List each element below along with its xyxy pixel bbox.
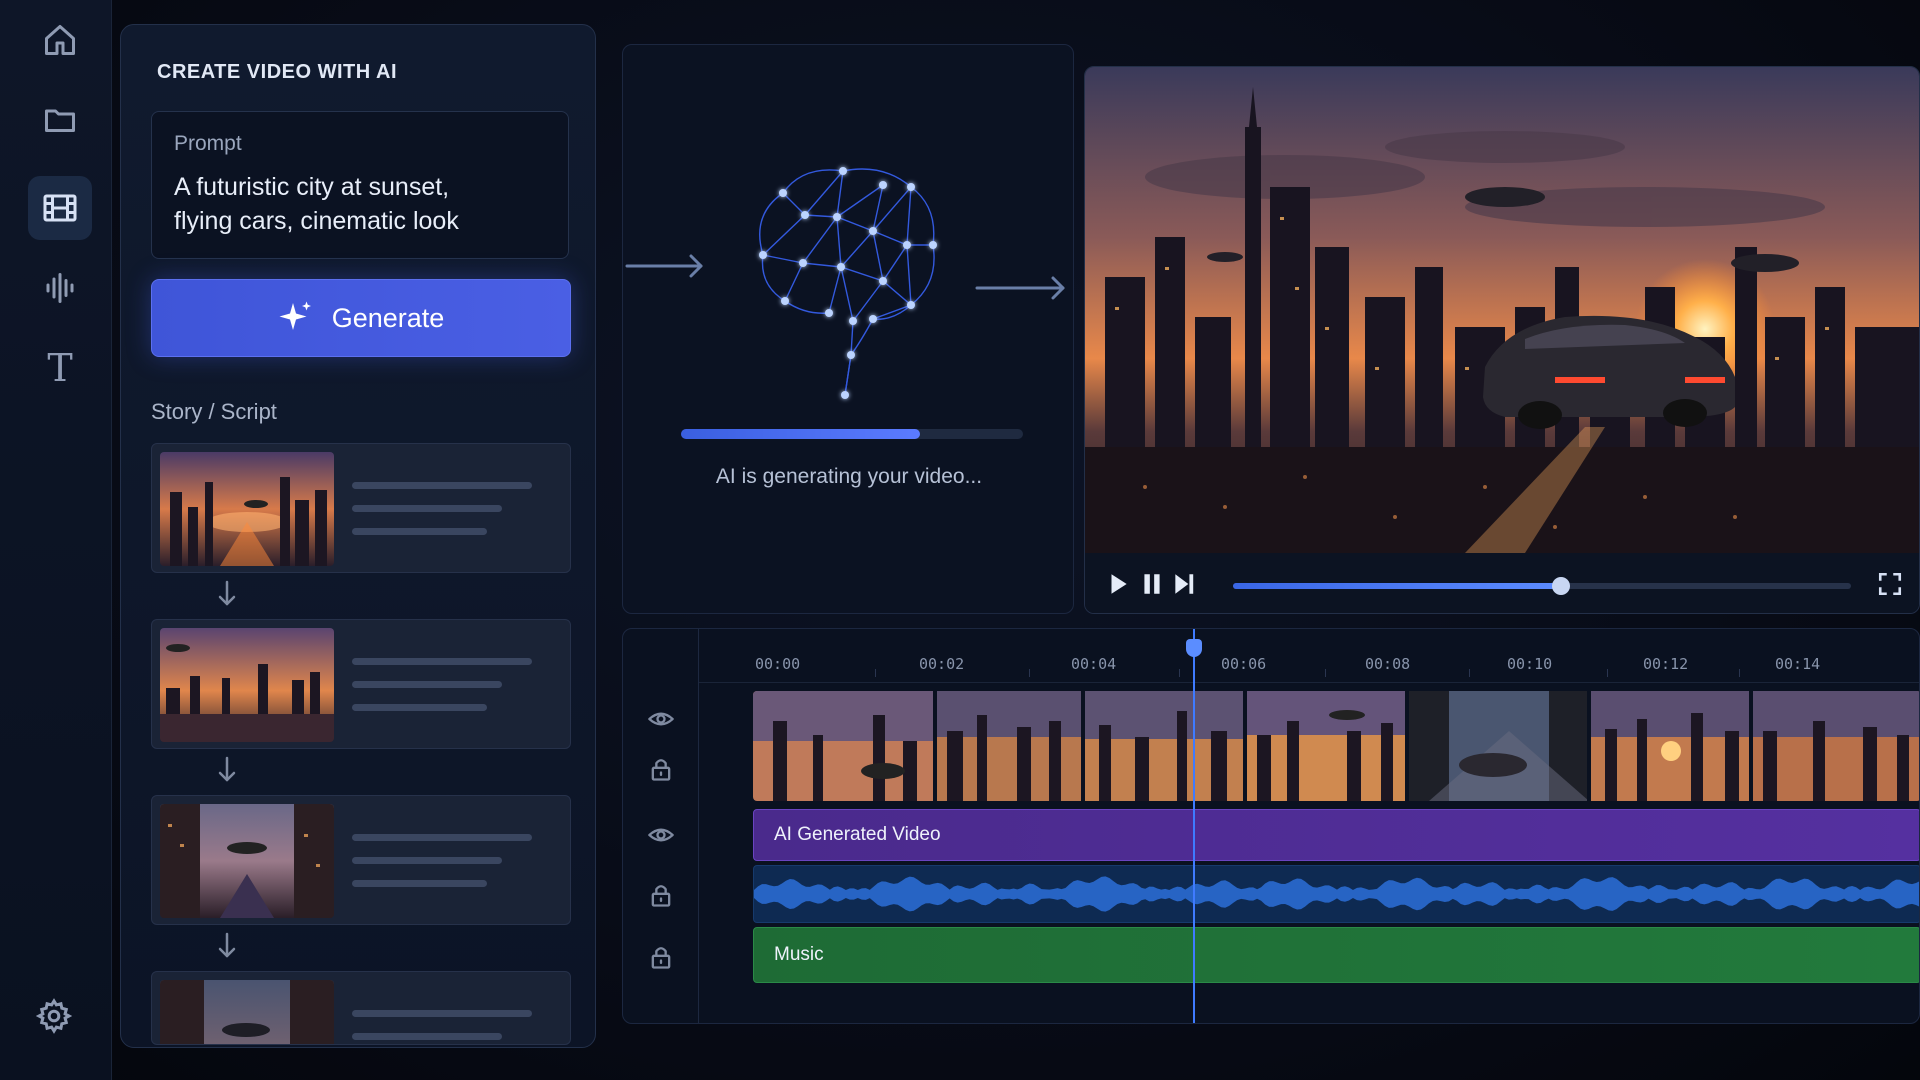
- video-clip-strip[interactable]: [753, 691, 1919, 801]
- track-controls: [623, 629, 699, 1023]
- fullscreen-icon: [1878, 572, 1902, 596]
- tick-label: 00:02: [919, 655, 965, 673]
- audio-waveform-icon: [46, 273, 74, 303]
- eye-icon: [648, 828, 674, 842]
- folder-icon: [45, 109, 75, 132]
- arrow-down-icon: [215, 755, 239, 785]
- clip-frame[interactable]: [1753, 691, 1919, 801]
- scene-text-placeholder: [352, 834, 532, 903]
- visibility-toggle[interactable]: [647, 821, 675, 849]
- generation-progress-bar: [681, 429, 1023, 439]
- tick-label: 00:08: [1365, 655, 1411, 673]
- lock-toggle[interactable]: [647, 881, 675, 909]
- story-scene-card[interactable]: [151, 443, 571, 573]
- sidebar-item-home[interactable]: [28, 8, 92, 72]
- skip-next-button[interactable]: [1171, 571, 1197, 597]
- skip-next-icon: [1175, 574, 1194, 594]
- text-icon: T: [47, 346, 73, 390]
- left-sidebar: T: [0, 0, 112, 1080]
- sidebar-item-text[interactable]: T: [28, 336, 92, 400]
- play-icon: [1111, 574, 1127, 594]
- play-button[interactable]: [1105, 571, 1131, 597]
- gear-icon: [35, 998, 73, 1034]
- lock-toggle[interactable]: [647, 943, 675, 971]
- playback-progress-fill: [1233, 583, 1561, 589]
- timeline-ruler[interactable]: 00:00 00:02 00:04 00:06 00:08 00:10 00:1…: [699, 629, 1919, 683]
- tick-label: 00:10: [1507, 655, 1553, 673]
- clip-frame[interactable]: [1247, 691, 1407, 801]
- tick-label: 00:06: [1221, 655, 1267, 673]
- ai-generation-panel: AI is generating your video...: [622, 44, 1074, 614]
- film-icon: [43, 194, 77, 222]
- story-scene-card[interactable]: [151, 971, 571, 1045]
- eye-icon: [648, 712, 674, 726]
- player-controls: [1085, 553, 1919, 613]
- lock-icon: [651, 759, 671, 781]
- prompt-field[interactable]: Prompt A futuristic city at sunset, flyi…: [151, 111, 569, 259]
- scene-thumbnail: [160, 980, 334, 1044]
- prompt-text-line-2: flying cars, cinematic look: [174, 207, 459, 235]
- prompt-text-line-1: A futuristic city at sunset,: [174, 173, 450, 201]
- playhead-handle[interactable]: [1186, 639, 1202, 657]
- scene-thumbnail: [160, 804, 334, 918]
- clip-frame[interactable]: [937, 691, 1083, 801]
- sidebar-item-projects[interactable]: [28, 88, 92, 152]
- tick-label: 00:12: [1643, 655, 1689, 673]
- lock-icon: [651, 947, 671, 969]
- pause-button[interactable]: [1139, 571, 1165, 597]
- generate-button[interactable]: Generate: [151, 279, 571, 357]
- music-track-label: Music: [774, 944, 824, 965]
- scene-thumbnail: [160, 628, 334, 742]
- audio-waveform-track[interactable]: [753, 865, 1919, 923]
- neural-brain-icon: [733, 145, 953, 405]
- sidebar-item-audio[interactable]: [28, 256, 92, 320]
- scene-text-placeholder: [352, 1010, 532, 1044]
- generation-progress-fill: [681, 429, 921, 439]
- fullscreen-button[interactable]: [1877, 571, 1903, 597]
- story-scene-card[interactable]: [151, 795, 571, 925]
- clip-frame[interactable]: [1409, 691, 1589, 801]
- clip-frame[interactable]: [1085, 691, 1245, 801]
- playhead[interactable]: [1186, 629, 1202, 1023]
- tick-label: 00:00: [755, 655, 801, 673]
- music-track[interactable]: Music: [753, 927, 1919, 983]
- playback-scrubber[interactable]: [1233, 577, 1851, 595]
- scene-thumbnail: [160, 452, 334, 566]
- story-scene-card[interactable]: [151, 619, 571, 749]
- timeline-panel: 00:00 00:02 00:04 00:06 00:08 00:10 00:1…: [622, 628, 1920, 1024]
- home-icon: [45, 25, 75, 55]
- arrow-right-icon: [973, 273, 1073, 308]
- arrow-right-icon: [623, 251, 709, 286]
- scene-text-placeholder: [352, 658, 532, 727]
- generation-status-text: AI is generating your video...: [715, 465, 983, 488]
- video-track-label: AI Generated Video: [774, 824, 941, 845]
- video-preview-frame[interactable]: [1085, 67, 1919, 553]
- clip-frame[interactable]: [753, 691, 935, 801]
- scrubber-handle[interactable]: [1551, 577, 1570, 595]
- pause-icon: [1144, 574, 1160, 594]
- tick-label: 00:14: [1775, 655, 1821, 673]
- sparkle-icon: [279, 301, 311, 330]
- panel-title: CREATE VIDEO WITH AI: [157, 61, 397, 83]
- scene-text-placeholder: [352, 482, 532, 551]
- create-video-panel: CREATE VIDEO WITH AI Prompt A futuristic…: [120, 24, 596, 1048]
- ai-generated-video-track[interactable]: AI Generated Video: [753, 809, 1919, 861]
- tick-label: 00:04: [1071, 655, 1117, 673]
- arrow-down-icon: [215, 931, 239, 961]
- clip-frame[interactable]: [1591, 691, 1751, 801]
- story-script-heading: Story / Script: [151, 399, 277, 424]
- arrow-down-icon: [215, 579, 239, 609]
- video-preview-panel: [1084, 66, 1920, 614]
- lock-icon: [651, 885, 671, 907]
- lock-toggle[interactable]: [647, 755, 675, 783]
- generate-button-label: Generate: [331, 302, 445, 333]
- audio-waveform: [754, 876, 1919, 912]
- prompt-label: Prompt: [174, 132, 242, 155]
- sidebar-item-video[interactable]: [28, 176, 92, 240]
- visibility-toggle[interactable]: [647, 705, 675, 733]
- settings-button[interactable]: [35, 998, 80, 1042]
